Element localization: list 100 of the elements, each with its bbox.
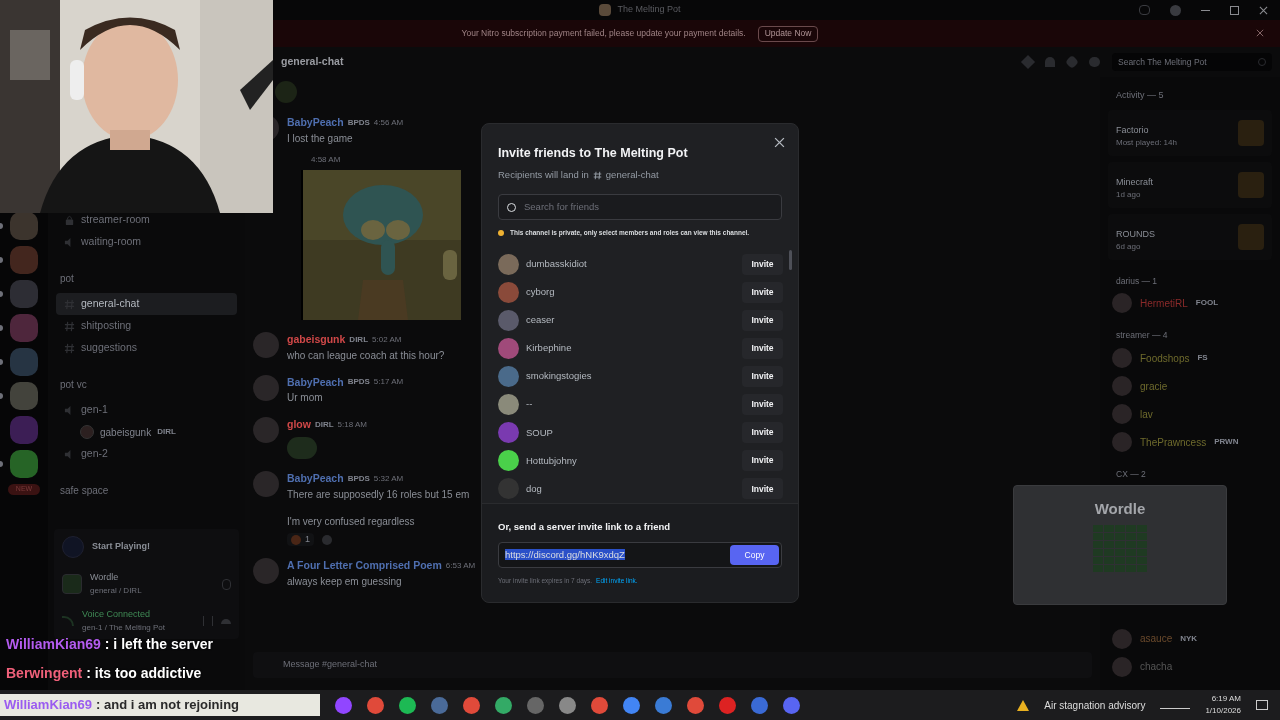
unread-pill bbox=[0, 257, 3, 263]
app-icon[interactable] bbox=[399, 696, 416, 714]
app-icon[interactable] bbox=[783, 696, 800, 714]
game-title: Factorio bbox=[1116, 123, 1150, 137]
member-name[interactable]: asauce bbox=[1140, 631, 1173, 647]
author-name[interactable]: BabyPeach bbox=[287, 471, 344, 487]
close-icon[interactable] bbox=[774, 137, 785, 148]
author-name[interactable]: glow bbox=[287, 417, 311, 433]
close-icon[interactable] bbox=[1256, 29, 1264, 37]
update-now-button[interactable]: Update Now bbox=[757, 25, 819, 42]
channel-item[interactable]: gen-1 bbox=[56, 399, 237, 421]
scrollbar[interactable] bbox=[789, 250, 792, 270]
hash-icon bbox=[64, 320, 75, 332]
friend-name: Kirbephine bbox=[526, 341, 573, 356]
activity-heading: Activity — 5 bbox=[1115, 89, 1165, 102]
message-text: I lost the game bbox=[287, 131, 354, 146]
server-icon[interactable] bbox=[10, 382, 38, 410]
invite-button[interactable]: Invite bbox=[742, 450, 783, 472]
weather-text[interactable]: Air stagnation advisory bbox=[1044, 697, 1146, 713]
author-name[interactable]: BabyPeach bbox=[287, 115, 344, 131]
hash-icon bbox=[592, 170, 602, 180]
author-name[interactable]: A Four Letter Comprised Poem bbox=[287, 558, 442, 574]
author-name[interactable]: BabyPeach bbox=[287, 374, 344, 391]
chat-text: : and i am not rejoining bbox=[96, 696, 240, 715]
wordle-title: Wordle bbox=[1094, 499, 1146, 519]
quest-icon bbox=[62, 536, 84, 558]
invite-button[interactable]: Invite bbox=[742, 253, 783, 275]
activity-detail: 1d ago bbox=[1116, 189, 1142, 202]
role-tag: DIRL bbox=[157, 426, 176, 438]
channel-name: general-chat bbox=[605, 168, 659, 182]
invite-button[interactable]: Invite bbox=[742, 309, 783, 331]
wordle-icon bbox=[62, 574, 82, 594]
invite-button[interactable]: Invite bbox=[742, 478, 783, 500]
category-label[interactable]: safe space bbox=[60, 485, 109, 496]
game-icon bbox=[1238, 223, 1264, 250]
link-heading: Or, send a server invite link to a friend bbox=[498, 520, 672, 534]
activity-detail: Most played: 14h bbox=[1116, 137, 1178, 150]
channel-item[interactable]: shitposting bbox=[56, 315, 237, 337]
maximize-icon[interactable] bbox=[1230, 5, 1239, 15]
app-detail: general / DIRL bbox=[90, 584, 143, 597]
app-icon[interactable] bbox=[751, 696, 768, 714]
channel-item[interactable]: waiting-room bbox=[56, 231, 237, 253]
app-icon[interactable] bbox=[623, 696, 640, 714]
avatar bbox=[80, 425, 94, 439]
search-field[interactable]: Search The Melting Pot bbox=[1112, 53, 1272, 71]
hash-icon bbox=[64, 342, 75, 354]
role-tag: FOOL bbox=[1195, 297, 1218, 310]
app-icon[interactable] bbox=[431, 696, 448, 714]
search-field[interactable]: Search for friends bbox=[498, 194, 782, 221]
quest-title: Start Playing! bbox=[92, 540, 150, 554]
clock[interactable]: 6:19 AM 1/10/2026 bbox=[1205, 693, 1241, 717]
app-icon[interactable] bbox=[335, 696, 352, 714]
member-name[interactable]: HermetiRL bbox=[1140, 295, 1188, 311]
unread-pill bbox=[0, 291, 3, 297]
invite-button[interactable]: Invite bbox=[742, 281, 783, 303]
member-name[interactable]: chacha bbox=[1140, 659, 1173, 675]
reaction-chip[interactable]: 1 bbox=[287, 532, 314, 547]
channel-item[interactable]: gen-2 bbox=[56, 443, 237, 465]
app-icon[interactable] bbox=[559, 696, 576, 714]
timestamp: 5:32 AM bbox=[373, 472, 404, 485]
app-icon[interactable] bbox=[655, 696, 672, 714]
user-name: WilliamKian69 bbox=[4, 696, 93, 715]
app-icon[interactable] bbox=[591, 696, 608, 714]
friend-name: SOUP bbox=[526, 425, 554, 440]
channel-item[interactable]: streamer-room bbox=[56, 209, 237, 231]
member-name[interactable]: lav bbox=[1140, 406, 1153, 422]
invite-button[interactable]: Invite bbox=[742, 366, 783, 387]
friend-name: Hottubjohny bbox=[526, 453, 578, 468]
minimize-icon[interactable] bbox=[1201, 9, 1210, 11]
app-icon[interactable] bbox=[463, 696, 480, 714]
channel-title: general-chat bbox=[281, 54, 345, 70]
emoji-icon bbox=[275, 81, 297, 103]
avatar bbox=[1112, 656, 1132, 677]
window-title: The Melting Pot bbox=[617, 3, 681, 17]
app-icon[interactable] bbox=[687, 696, 704, 714]
app-icon[interactable] bbox=[527, 696, 544, 714]
member-name[interactable]: ThePrawncess bbox=[1140, 434, 1207, 450]
category-label[interactable]: pot bbox=[60, 273, 74, 284]
role-tag: PRWN bbox=[1214, 436, 1239, 448]
group-heading: CX — 2 bbox=[1115, 468, 1147, 481]
app-icon[interactable] bbox=[495, 696, 512, 714]
channel-item[interactable]: suggestions bbox=[56, 337, 237, 359]
member-name[interactable]: gracie bbox=[1140, 378, 1168, 394]
server-icon[interactable] bbox=[10, 450, 38, 478]
invite-button[interactable]: Invite bbox=[742, 394, 783, 416]
role-tag: BPDS bbox=[347, 472, 370, 485]
reaction-emoji-icon bbox=[291, 534, 301, 545]
app-icon[interactable] bbox=[367, 696, 384, 714]
category-label[interactable]: pot vc bbox=[60, 379, 87, 390]
invite-button[interactable]: Invite bbox=[742, 337, 783, 359]
invite-button[interactable]: Invite bbox=[742, 422, 783, 444]
avatar bbox=[253, 558, 279, 585]
message-field[interactable]: Message #general-chat bbox=[253, 652, 1092, 678]
author-name[interactable]: gabeisgunk bbox=[287, 331, 346, 348]
member-name[interactable]: Foodshops bbox=[1140, 350, 1190, 366]
channel-item[interactable]: general-chat bbox=[56, 293, 237, 315]
invite-link-field[interactable]: https://discord.gg/hNK9xdqZ Copy bbox=[498, 542, 782, 569]
close-icon[interactable] bbox=[1259, 5, 1268, 15]
app-icon[interactable] bbox=[719, 696, 736, 714]
copy-button[interactable]: Copy bbox=[730, 545, 779, 566]
